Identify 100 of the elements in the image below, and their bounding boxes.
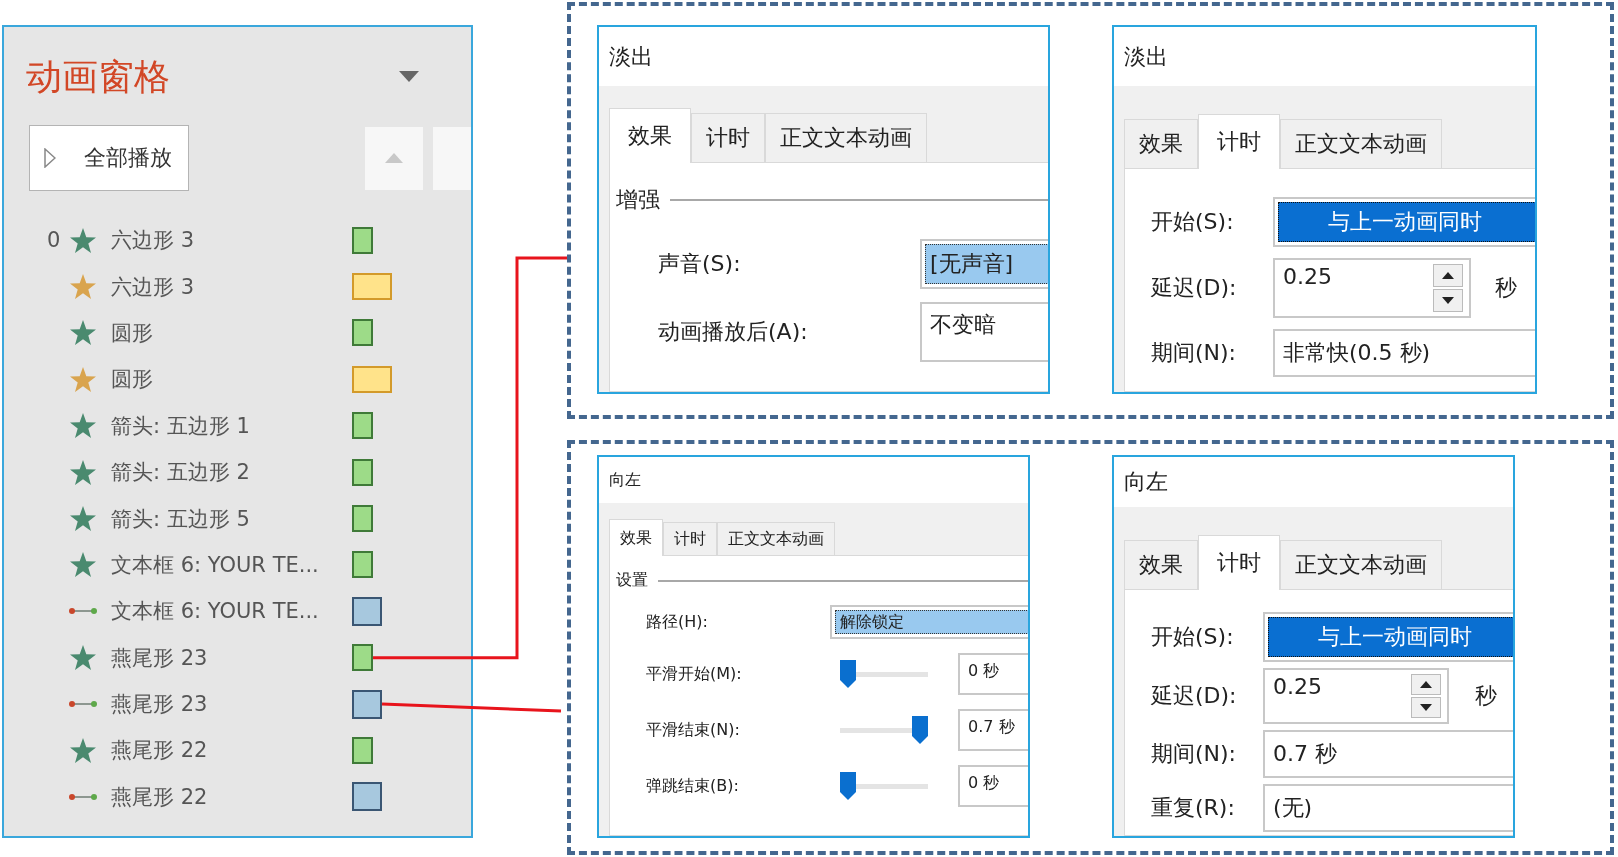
animation-item-label[interactable]: 圆形 xyxy=(111,318,352,347)
input-field[interactable]: 0 秒 xyxy=(958,765,1028,807)
tab[interactable]: 计时 xyxy=(1198,114,1280,169)
tab[interactable]: 效果 xyxy=(1124,540,1198,589)
timeline-bar xyxy=(352,551,373,579)
animation-item-label[interactable]: 圆形 xyxy=(111,365,352,394)
down-arrow-icon xyxy=(1420,704,1432,711)
up-arrow-icon xyxy=(1420,681,1432,688)
tab[interactable]: 效果 xyxy=(1124,119,1198,168)
field-label: 动画播放后(A): xyxy=(658,318,809,346)
dialog-title: 向左 xyxy=(609,469,641,491)
field-label: 路径(H): xyxy=(646,611,709,633)
up-arrow-icon xyxy=(385,153,404,163)
animation-item-label[interactable]: 六边形 3 xyxy=(111,226,352,255)
timeline-bar xyxy=(352,412,373,440)
tab[interactable]: 计时 xyxy=(663,522,717,555)
up-arrow-icon xyxy=(1442,272,1454,279)
timeline-bar xyxy=(352,458,373,486)
animation-item-label[interactable]: 燕尾形 23 xyxy=(111,690,352,719)
dropdown-caret-icon[interactable] xyxy=(399,71,419,83)
dialog-title: 淡出 xyxy=(1124,42,1168,71)
dialog-title: 向左 xyxy=(1124,468,1168,496)
group-label: 设置 xyxy=(616,570,648,591)
spin-up-button[interactable] xyxy=(1411,674,1441,695)
unit-label: 秒 xyxy=(1495,274,1517,302)
tab[interactable]: 计时 xyxy=(1198,535,1280,590)
field-label: 声音(S): xyxy=(658,250,742,278)
animation-item-label[interactable]: 燕尾形 22 xyxy=(111,736,352,765)
animation-item-label[interactable]: 文本框 6: YOUR TE... xyxy=(111,597,352,626)
pane-title: 动画窗格 xyxy=(26,55,170,99)
field-label: 期间(N): xyxy=(1151,339,1238,367)
spinner-field[interactable]: 0.25 xyxy=(1263,668,1449,724)
input-field[interactable]: 0.7 秒 xyxy=(958,709,1028,751)
play-all-button[interactable]: 全部播放 xyxy=(29,125,189,191)
unit-label: 秒 xyxy=(1475,682,1497,710)
star-icon xyxy=(69,365,97,393)
star-icon xyxy=(69,319,97,347)
field-label: 平滑开始(M): xyxy=(646,663,743,685)
animation-item-label[interactable]: 文本框 6: YOUR TE... xyxy=(111,550,352,579)
order-number: 0 xyxy=(47,228,62,253)
dialog-title: 淡出 xyxy=(609,42,653,71)
field-label: 开始(S): xyxy=(1151,208,1235,236)
field-label: 延迟(D): xyxy=(1151,682,1238,710)
star-icon xyxy=(69,505,97,533)
motion-path-icon xyxy=(69,700,97,709)
timeline-bar xyxy=(352,737,373,764)
input-field[interactable]: 不变暗 xyxy=(920,302,1048,362)
animation-item-label[interactable]: 燕尾形 22 xyxy=(111,782,352,811)
star-icon xyxy=(69,551,97,579)
tab[interactable]: 正文文本动画 xyxy=(1280,540,1442,589)
tab[interactable]: 效果 xyxy=(609,108,691,163)
animation-item-label[interactable]: 箭头: 五边形 5 xyxy=(111,504,352,533)
field-label: 弹跳结束(B): xyxy=(646,775,740,797)
dropdown[interactable]: 与上一动画同时 xyxy=(1263,612,1513,662)
timeline-bar xyxy=(352,273,392,301)
star-icon xyxy=(69,273,97,301)
spin-up-button[interactable] xyxy=(1433,264,1463,287)
tab[interactable]: 正文文本动画 xyxy=(1280,119,1442,168)
star-icon xyxy=(69,412,97,440)
tab[interactable]: 计时 xyxy=(691,113,765,162)
timeline-bar xyxy=(352,226,373,254)
timeline-bar xyxy=(352,365,392,393)
timeline-bar xyxy=(352,782,382,812)
spinner-field[interactable]: 0.25 xyxy=(1273,258,1471,318)
star-icon xyxy=(69,737,97,764)
slider-thumb[interactable] xyxy=(840,772,856,800)
input-field[interactable]: 0.7 秒 xyxy=(1263,730,1513,778)
animation-item-label[interactable]: 六边形 3 xyxy=(111,272,352,301)
spin-down-button[interactable] xyxy=(1433,289,1463,312)
tab[interactable]: 正文文本动画 xyxy=(717,522,835,555)
dropdown[interactable]: 解除锁定 xyxy=(830,605,1028,639)
motion-path-icon xyxy=(69,607,97,616)
timeline-bar xyxy=(352,689,382,719)
dropdown[interactable]: [无声音] xyxy=(920,239,1048,289)
field-label: 重复(R): xyxy=(1151,794,1236,822)
field-label: 开始(S): xyxy=(1151,623,1235,651)
dropdown[interactable]: 与上一动画同时 xyxy=(1273,197,1535,247)
timeline-bar xyxy=(352,644,373,672)
tab[interactable]: 效果 xyxy=(609,519,663,556)
play-icon xyxy=(44,148,56,168)
slider-thumb[interactable] xyxy=(840,660,856,688)
field-label: 期间(N): xyxy=(1151,740,1238,768)
star-icon xyxy=(69,226,97,254)
timeline-bar xyxy=(352,505,373,533)
timeline-bar xyxy=(352,596,382,626)
input-field[interactable]: 非常快(0.5 秒) xyxy=(1273,329,1535,377)
timeline-bar xyxy=(352,319,373,347)
spin-down-button[interactable] xyxy=(1411,697,1441,718)
animation-item-label[interactable]: 箭头: 五边形 2 xyxy=(111,458,352,487)
input-field[interactable]: 0 秒 xyxy=(958,653,1028,695)
slider-thumb[interactable] xyxy=(912,716,928,744)
animation-item-label[interactable]: 燕尾形 23 xyxy=(111,643,352,672)
star-icon xyxy=(69,458,97,486)
down-arrow-icon xyxy=(1442,297,1454,304)
motion-path-icon xyxy=(69,792,97,801)
star-icon xyxy=(69,644,97,672)
animation-item-label[interactable]: 箭头: 五边形 1 xyxy=(111,411,352,440)
input-field[interactable]: (无) xyxy=(1263,784,1513,832)
group-label: 增强 xyxy=(616,186,660,214)
tab[interactable]: 正文文本动画 xyxy=(765,113,927,162)
